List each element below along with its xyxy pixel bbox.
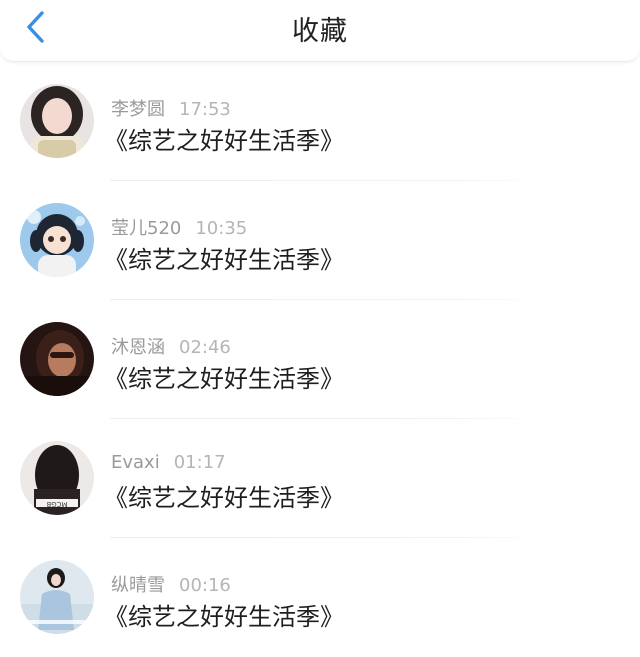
avatar[interactable] bbox=[20, 203, 94, 277]
avatar[interactable] bbox=[20, 84, 94, 158]
message-text: 《综艺之好好生活季》 bbox=[104, 603, 344, 631]
timestamp: 10:35 bbox=[195, 218, 248, 239]
item-meta: Evaxi 01:17 bbox=[111, 452, 226, 473]
list-item[interactable]: 李梦圆 17:53 《综艺之好好生活季》 bbox=[0, 62, 640, 181]
sender-name: 莹儿520 bbox=[111, 218, 182, 239]
timestamp: 01:17 bbox=[173, 452, 226, 473]
list-item[interactable]: 沐恩涵 02:46 《综艺之好好生活季》 bbox=[0, 300, 640, 419]
timestamp: 02:46 bbox=[179, 337, 231, 358]
avatar[interactable] bbox=[20, 560, 94, 634]
message-text: 《综艺之好好生活季》 bbox=[104, 127, 344, 155]
list-item[interactable]: 莹儿520 10:35 《综艺之好好生活季》 bbox=[0, 181, 640, 300]
avatar[interactable]: MCGB bbox=[20, 441, 94, 515]
message-text: 《综艺之好好生活季》 bbox=[104, 365, 344, 393]
item-meta: 李梦圆 17:53 bbox=[111, 95, 231, 121]
timestamp: 17:53 bbox=[179, 99, 231, 120]
svg-text:MCGB: MCGB bbox=[46, 500, 67, 508]
sender-name: Evaxi bbox=[111, 452, 160, 473]
sender-name: 李梦圆 bbox=[111, 99, 165, 120]
favorites-list: 李梦圆 17:53 《综艺之好好生活季》 莹儿520 10:35 《综艺之好好生活季… bbox=[0, 62, 640, 657]
top-bar: 收藏 bbox=[0, 0, 640, 62]
timestamp: 00:16 bbox=[179, 575, 231, 596]
message-text: 《综艺之好好生活季》 bbox=[104, 246, 344, 274]
item-meta: 沐恩涵 02:46 bbox=[111, 333, 231, 359]
item-meta: 纵晴雪 00:16 bbox=[111, 571, 231, 597]
sender-name: 沐恩涵 bbox=[111, 337, 165, 358]
page-title: 收藏 bbox=[292, 16, 348, 47]
item-meta: 莹儿520 10:35 bbox=[111, 214, 247, 240]
list-item[interactable]: MCGB Evaxi 01:17 《综艺之好好生活季》 bbox=[0, 419, 640, 538]
list-item[interactable]: 纵晴雪 00:16 《综艺之好好生活季》 bbox=[0, 538, 640, 657]
avatar[interactable] bbox=[20, 322, 94, 396]
message-text: 《综艺之好好生活季》 bbox=[104, 484, 344, 512]
sender-name: 纵晴雪 bbox=[111, 575, 165, 596]
